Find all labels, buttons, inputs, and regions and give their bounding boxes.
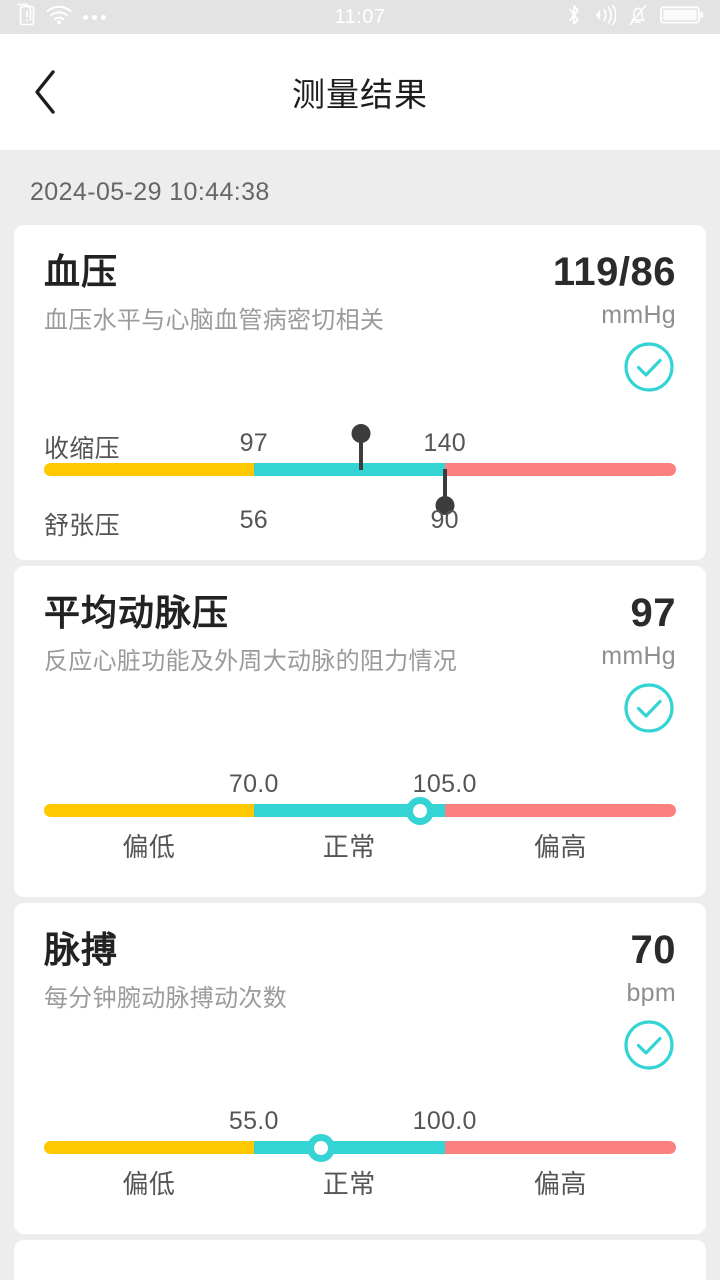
chevron-left-icon <box>32 69 58 115</box>
tick-high: 105.0 <box>412 770 477 798</box>
segment-low <box>44 463 254 476</box>
card-value: 119/86 <box>552 250 676 294</box>
zone-label-high: 偏高 <box>533 1169 587 1199</box>
card-title: 脉搏 <box>44 929 119 970</box>
card-description: 反应心脏功能及外周大动脉的阻力情况 <box>44 648 458 676</box>
tick-row: 70.0 105.0 <box>44 770 676 804</box>
tick-low: 55.0 <box>228 1107 279 1135</box>
segment-low <box>44 804 254 817</box>
systolic-tick-low: 97 <box>239 429 269 457</box>
card-title: 平均动脉压 <box>44 592 230 633</box>
card-header: 平均动脉压 反应心脏功能及外周大动脉的阻力情况 97 mmHg <box>44 592 676 740</box>
check-circle-icon <box>622 1018 676 1077</box>
diastolic-label: 舒张压 <box>44 512 120 540</box>
zone-label-low: 偏低 <box>122 1169 176 1199</box>
card-title: 血压 <box>44 251 119 292</box>
diastolic-tick-high: 90 <box>430 506 459 534</box>
segment-high <box>444 463 676 476</box>
bluetooth-icon <box>566 4 582 31</box>
slider-track[interactable] <box>44 1133 676 1162</box>
segment-normal <box>253 1141 445 1154</box>
sim-card-alert-icon <box>16 3 35 31</box>
zone-label-normal: 正常 <box>322 1169 376 1199</box>
more-dots-icon <box>83 14 106 20</box>
wifi-icon <box>46 5 72 30</box>
nav-bar: 测量结果 <box>0 34 720 150</box>
value-knob[interactable] <box>406 796 435 825</box>
mean-arterial-pressure-slider[interactable]: 70.0 105.0 偏低 正常 偏高 <box>44 770 676 869</box>
diastolic-tick-row: 舒张压 56 90 <box>44 498 676 540</box>
segment-low <box>44 1141 254 1154</box>
zone-label-row: 偏低 正常 偏高 <box>44 1164 676 1206</box>
card-header: 脉搏 每分钟腕动脉搏动次数 70 bpm <box>44 929 676 1077</box>
status-bar: 11:07 <box>0 0 720 34</box>
card-blood-pressure[interactable]: 血压 血压水平与心脑血管病密切相关 119/86 mmHg 收缩压 97 140 <box>14 225 706 560</box>
back-button[interactable] <box>0 34 90 150</box>
vibrate-icon <box>594 4 617 30</box>
card-unit: mmHg <box>601 301 676 329</box>
systolic-label: 收缩压 <box>44 435 120 463</box>
pulse-slider[interactable]: 55.0 100.0 偏低 正常 偏高 <box>44 1107 676 1206</box>
tick-low: 70.0 <box>228 770 279 798</box>
segment-normal <box>253 463 445 476</box>
systolic-marker[interactable] <box>351 424 371 470</box>
segment-high <box>444 804 676 817</box>
value-knob[interactable] <box>306 1133 335 1162</box>
blood-pressure-slider[interactable]: 收缩压 97 140 舒张压 56 90 <box>44 424 676 540</box>
card-unit: bpm <box>626 979 676 1007</box>
systolic-tick-high: 140 <box>423 429 466 457</box>
card-next-partial[interactable] <box>14 1240 706 1280</box>
tick-high: 100.0 <box>412 1107 477 1135</box>
zone-label-high: 偏高 <box>533 832 587 862</box>
check-circle-icon <box>622 681 676 740</box>
battery-icon <box>659 4 704 31</box>
measurement-result-list[interactable]: 2024-05-29 10:44:38 血压 血压水平与心脑血管病密切相关 11… <box>0 150 720 1280</box>
tick-row: 55.0 100.0 <box>44 1107 676 1141</box>
card-pulse[interactable]: 脉搏 每分钟腕动脉搏动次数 70 bpm 55.0 100.0 偏低 正常 偏高 <box>14 903 706 1234</box>
zone-label-low: 偏低 <box>122 832 176 862</box>
card-description: 每分钟腕动脉搏动次数 <box>44 985 287 1013</box>
measurement-timestamp: 2024-05-29 10:44:38 <box>30 178 270 206</box>
status-bar-left-icons <box>16 3 106 31</box>
zone-label-normal: 正常 <box>322 832 376 862</box>
card-mean-arterial-pressure[interactable]: 平均动脉压 反应心脏功能及外周大动脉的阻力情况 97 mmHg 70.0 105… <box>14 566 706 897</box>
card-description: 血压水平与心脑血管病密切相关 <box>44 307 385 335</box>
page-title: 测量结果 <box>292 76 428 113</box>
card-value: 97 <box>630 591 676 635</box>
zone-label-row: 偏低 正常 偏高 <box>44 827 676 869</box>
check-circle-icon <box>622 340 676 399</box>
card-unit: mmHg <box>601 642 676 670</box>
bell-muted-icon <box>628 4 648 31</box>
segment-high <box>444 1141 676 1154</box>
status-bar-right-icons <box>566 4 704 31</box>
slider-track[interactable] <box>44 796 676 825</box>
diastolic-tick-low: 56 <box>239 506 269 534</box>
card-header: 血压 血压水平与心脑血管病密切相关 119/86 mmHg <box>44 251 676 399</box>
slider-track[interactable] <box>44 424 676 515</box>
card-value: 70 <box>630 928 676 972</box>
